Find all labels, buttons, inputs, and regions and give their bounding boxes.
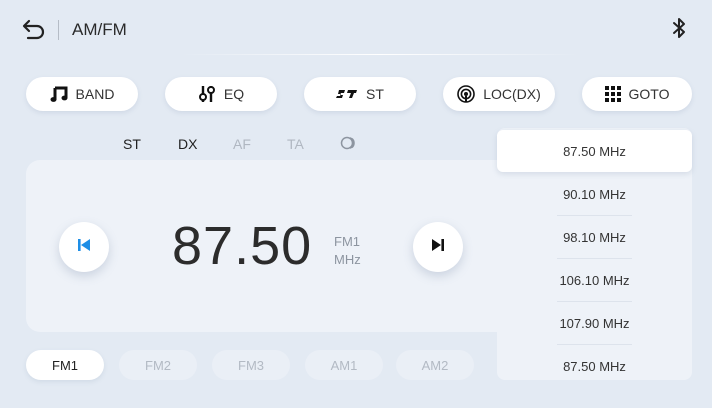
seek-next-button[interactable] [413,222,463,272]
back-icon[interactable] [22,18,46,40]
page-title: AM/FM [72,20,127,39]
seek-previous-button[interactable] [59,222,109,272]
station-item[interactable]: 87.50 MHz [497,345,692,387]
loudness-icon [340,136,358,155]
tab-am1[interactable]: AM1 [305,350,383,380]
station-list: 87.50 MHz 90.10 MHz 98.10 MHz 106.10 MHz… [497,128,692,380]
stereo-button[interactable]: ST [304,77,416,111]
loc-dx-button-label: LOC(DX) [483,86,541,102]
band-button[interactable]: BAND [26,77,138,111]
indicator-st: ST [123,136,141,152]
title-separator [58,20,59,40]
station-item-selected[interactable]: 87.50 MHz [497,130,692,172]
bluetooth-icon [670,16,688,40]
keypad-icon [604,86,621,102]
frequency-display: 87.50 [172,216,313,276]
goto-button-label: GOTO [628,86,670,102]
antenna-icon [457,85,476,103]
band-button-label: BAND [75,86,115,102]
unit-label: MHz [334,252,361,267]
station-item[interactable]: 107.90 MHz [497,302,692,344]
skip-previous-icon [77,238,91,257]
music-note-icon [50,85,68,103]
station-item[interactable]: 90.10 MHz [497,173,692,215]
stereo-icon [336,88,358,100]
eq-button[interactable]: EQ [165,77,277,111]
station-item[interactable]: 106.10 MHz [497,259,692,301]
skip-next-icon [431,238,445,257]
indicator-ta: TA [287,136,304,152]
station-item[interactable]: 98.10 MHz [497,216,692,258]
tab-fm2[interactable]: FM2 [119,350,197,380]
loc-dx-button[interactable]: LOC(DX) [443,77,555,111]
tab-am2[interactable]: AM2 [396,350,474,380]
top-bar: AM/FM [0,0,712,56]
indicator-af: AF [233,136,251,152]
band-label: FM1 [334,234,360,249]
header-divider [180,54,580,55]
stereo-button-label: ST [366,86,384,102]
indicator-dx: DX [178,136,198,152]
tab-fm1[interactable]: FM1 [26,350,104,380]
goto-button[interactable]: GOTO [582,77,692,111]
equalizer-icon [198,85,216,103]
eq-button-label: EQ [223,86,245,102]
tab-fm3[interactable]: FM3 [212,350,290,380]
